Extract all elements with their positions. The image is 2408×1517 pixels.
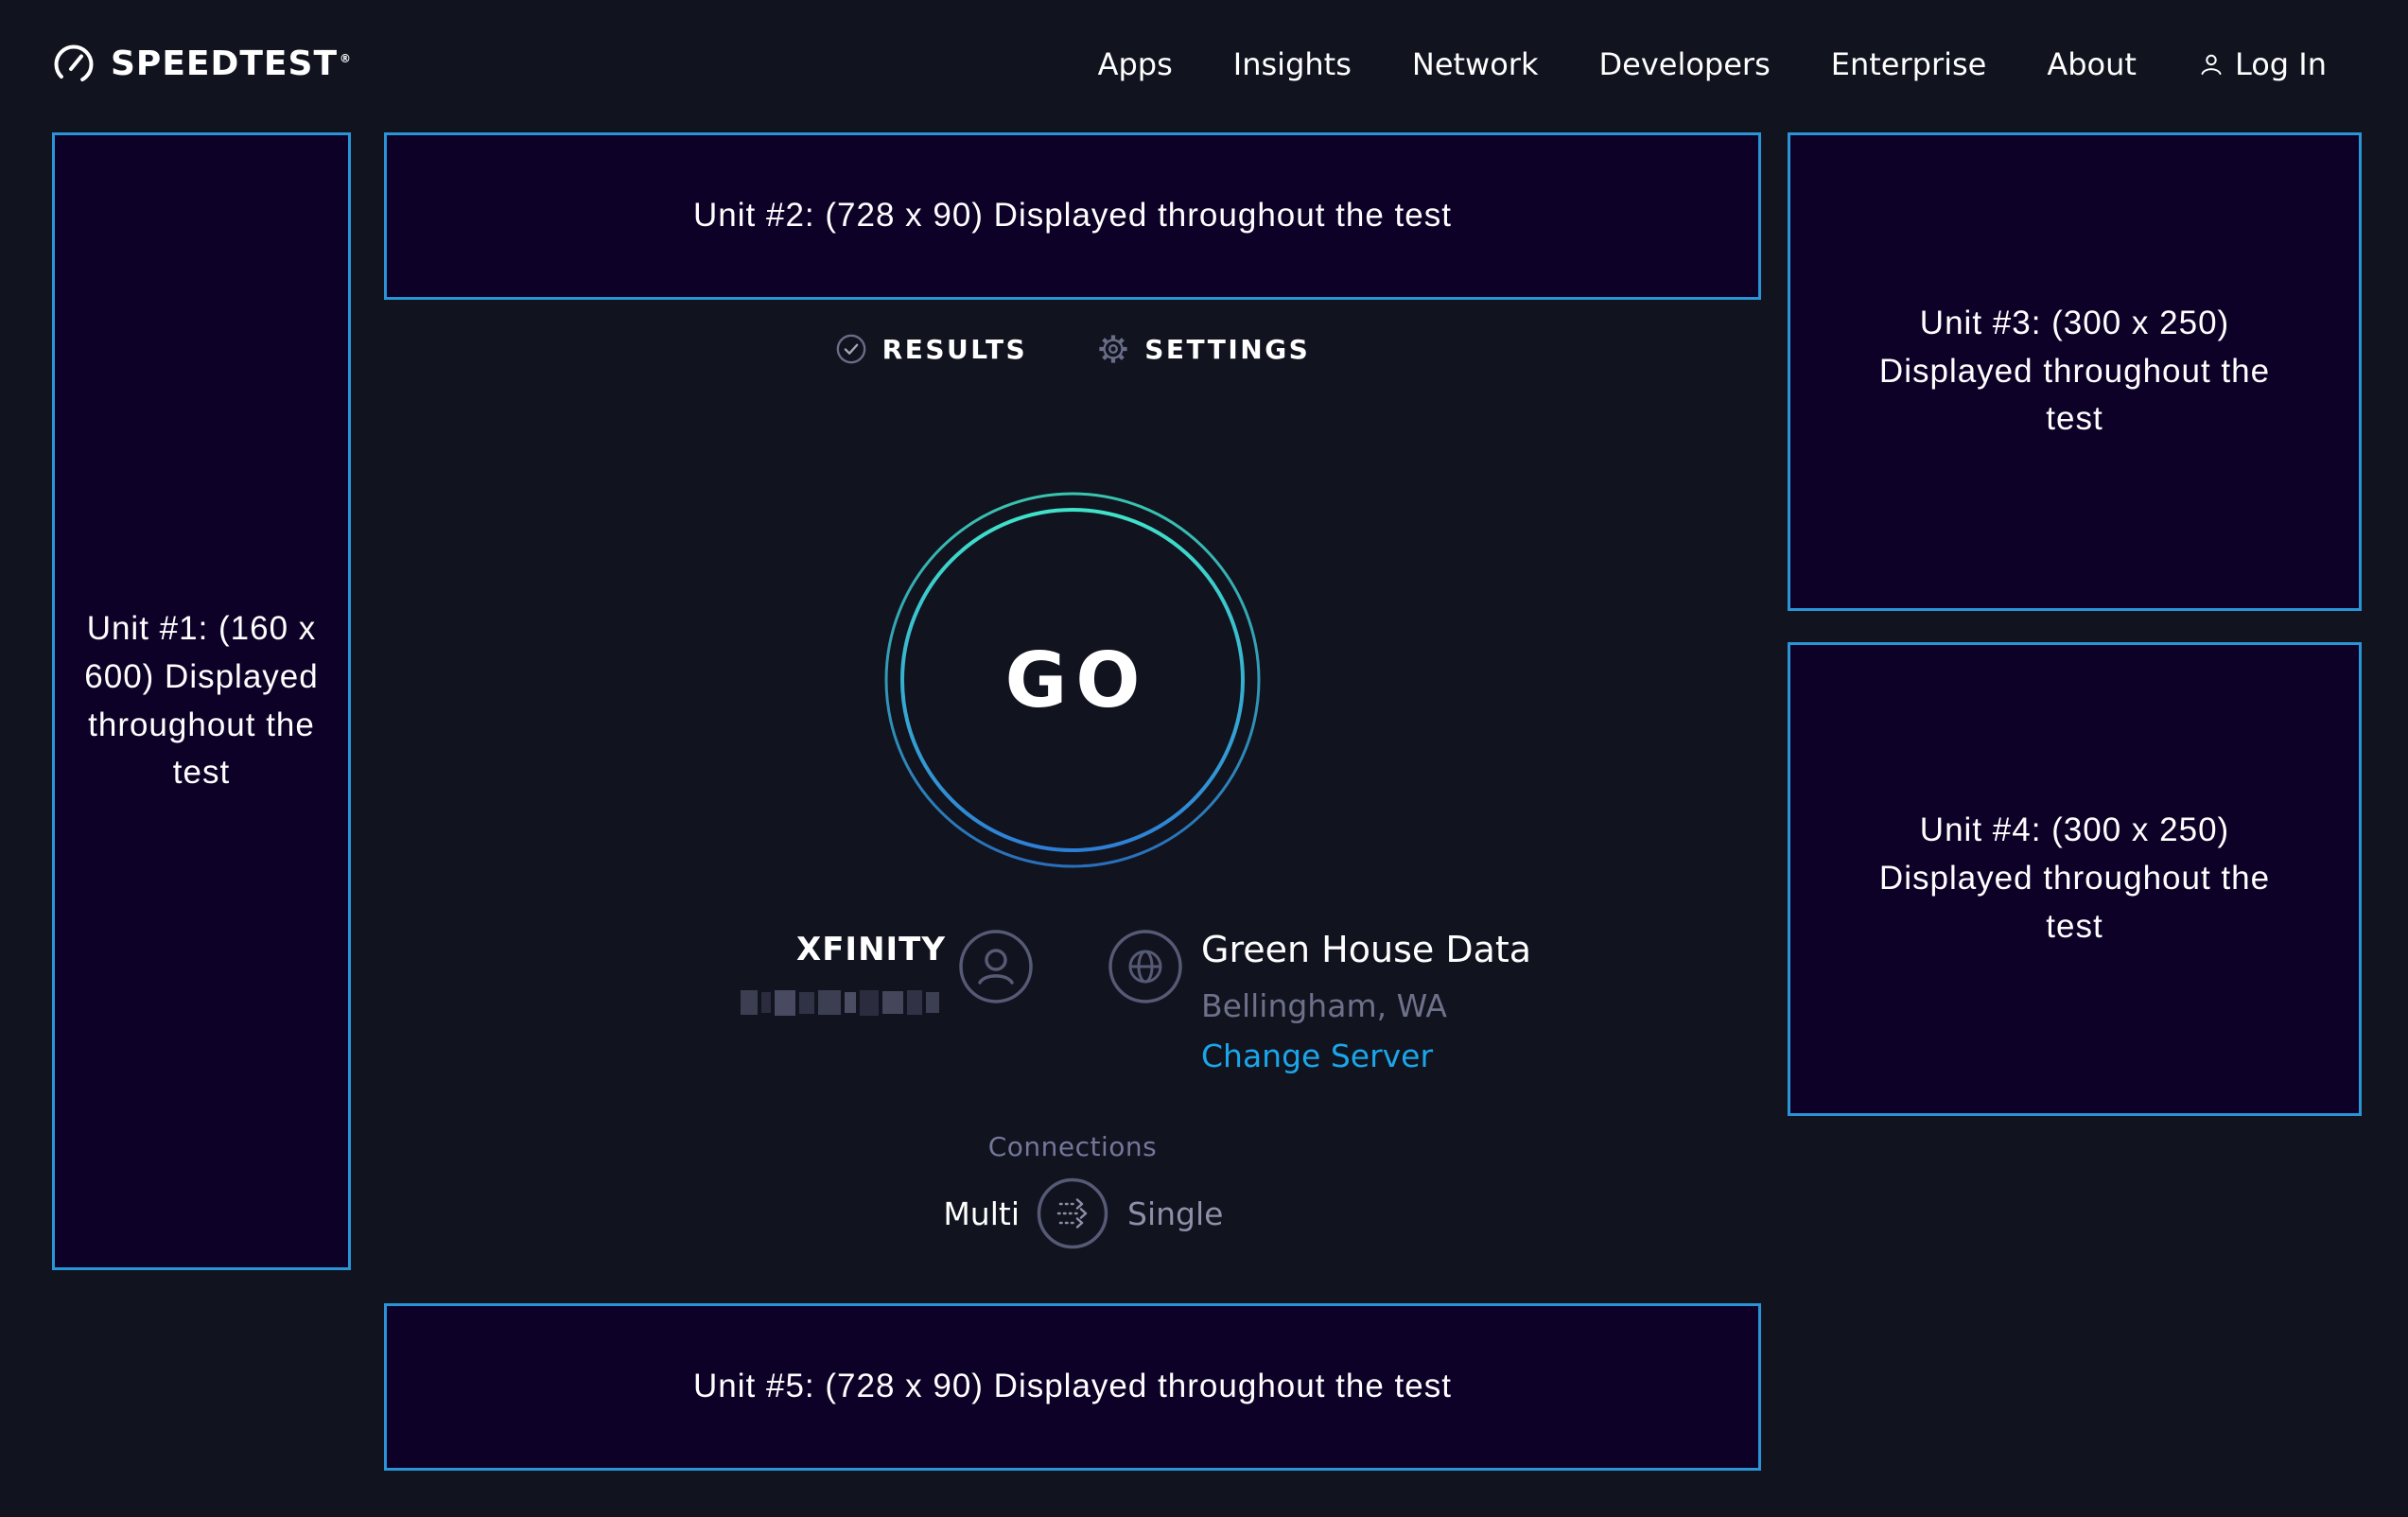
tab-settings[interactable]: SETTINGS	[1097, 333, 1310, 365]
view-tabs: RESULTS	[384, 333, 1761, 365]
server-name: Green House Data	[1201, 929, 1531, 970]
login-label: Log In	[2235, 46, 2327, 82]
settings-tab-label: SETTINGS	[1144, 334, 1310, 365]
check-circle-icon	[835, 333, 867, 365]
nav-item-apps[interactable]: Apps	[1098, 46, 1173, 82]
ad-unit-4-rectangle[interactable]: Unit #4: (300 x 250) Displayed throughou…	[1788, 642, 2362, 1116]
speedtest-logo[interactable]: SPEEDTEST®	[52, 43, 352, 86]
isp-user-icon	[958, 929, 1034, 1004]
nav-item-enterprise[interactable]: Enterprise	[1831, 46, 1987, 82]
connections-toggle[interactable]	[1036, 1177, 1109, 1250]
ad-unit-3-label: Unit #3: (300 x 250) Displayed throughou…	[1866, 300, 2284, 444]
tab-results[interactable]: RESULTS	[835, 333, 1028, 365]
login-button[interactable]: Log In	[2197, 46, 2327, 82]
go-button-label: GO	[883, 491, 1262, 869]
server-globe-icon	[1108, 929, 1183, 1004]
connections-single-option[interactable]: Single	[1127, 1195, 1223, 1232]
ad-unit-2-banner-top[interactable]: Unit #2: (728 x 90) Displayed throughout…	[384, 132, 1761, 300]
user-icon	[2197, 50, 2225, 78]
ad-unit-3-rectangle[interactable]: Unit #3: (300 x 250) Displayed throughou…	[1788, 132, 2362, 611]
connections-label: Connections	[384, 1131, 1761, 1162]
isp-name: XFINITY	[605, 931, 946, 968]
redacted-ip	[741, 989, 945, 1016]
ad-unit-5-banner-bottom[interactable]: Unit #5: (728 x 90) Displayed throughout…	[384, 1303, 1761, 1471]
connections-multi-option[interactable]: Multi	[776, 1195, 1020, 1232]
nav-item-insights[interactable]: Insights	[1233, 46, 1352, 82]
server-location: Bellingham, WA	[1201, 987, 1447, 1024]
ad-unit-5-label: Unit #5: (728 x 90) Displayed throughout…	[693, 1363, 1452, 1411]
speedtest-page: SPEEDTEST® Apps Insights Network Develop…	[0, 0, 2408, 1517]
gauge-icon	[52, 43, 96, 86]
results-tab-label: RESULTS	[882, 334, 1028, 365]
ad-unit-4-label: Unit #4: (300 x 250) Displayed throughou…	[1866, 807, 2284, 950]
go-button[interactable]: GO	[883, 491, 1262, 869]
ad-unit-1-label: Unit #1: (160 x 600) Displayed throughou…	[82, 605, 321, 797]
change-server-link[interactable]: Change Server	[1201, 1037, 1433, 1074]
top-nav-bar: SPEEDTEST® Apps Insights Network Develop…	[0, 0, 2408, 129]
nav-item-about[interactable]: About	[2047, 46, 2137, 82]
multi-connection-icon	[1036, 1177, 1109, 1250]
ad-unit-2-label: Unit #2: (728 x 90) Displayed throughout…	[693, 192, 1452, 240]
ad-unit-1-skyscraper[interactable]: Unit #1: (160 x 600) Displayed throughou…	[52, 132, 351, 1270]
trademark-symbol: ®	[340, 52, 352, 65]
gear-icon	[1097, 333, 1129, 365]
main-nav: Apps Insights Network Developers Enterpr…	[1098, 46, 2327, 82]
nav-item-network[interactable]: Network	[1412, 46, 1539, 82]
nav-item-developers[interactable]: Developers	[1598, 46, 1770, 82]
logo-wordmark: SPEEDTEST®	[111, 47, 352, 81]
